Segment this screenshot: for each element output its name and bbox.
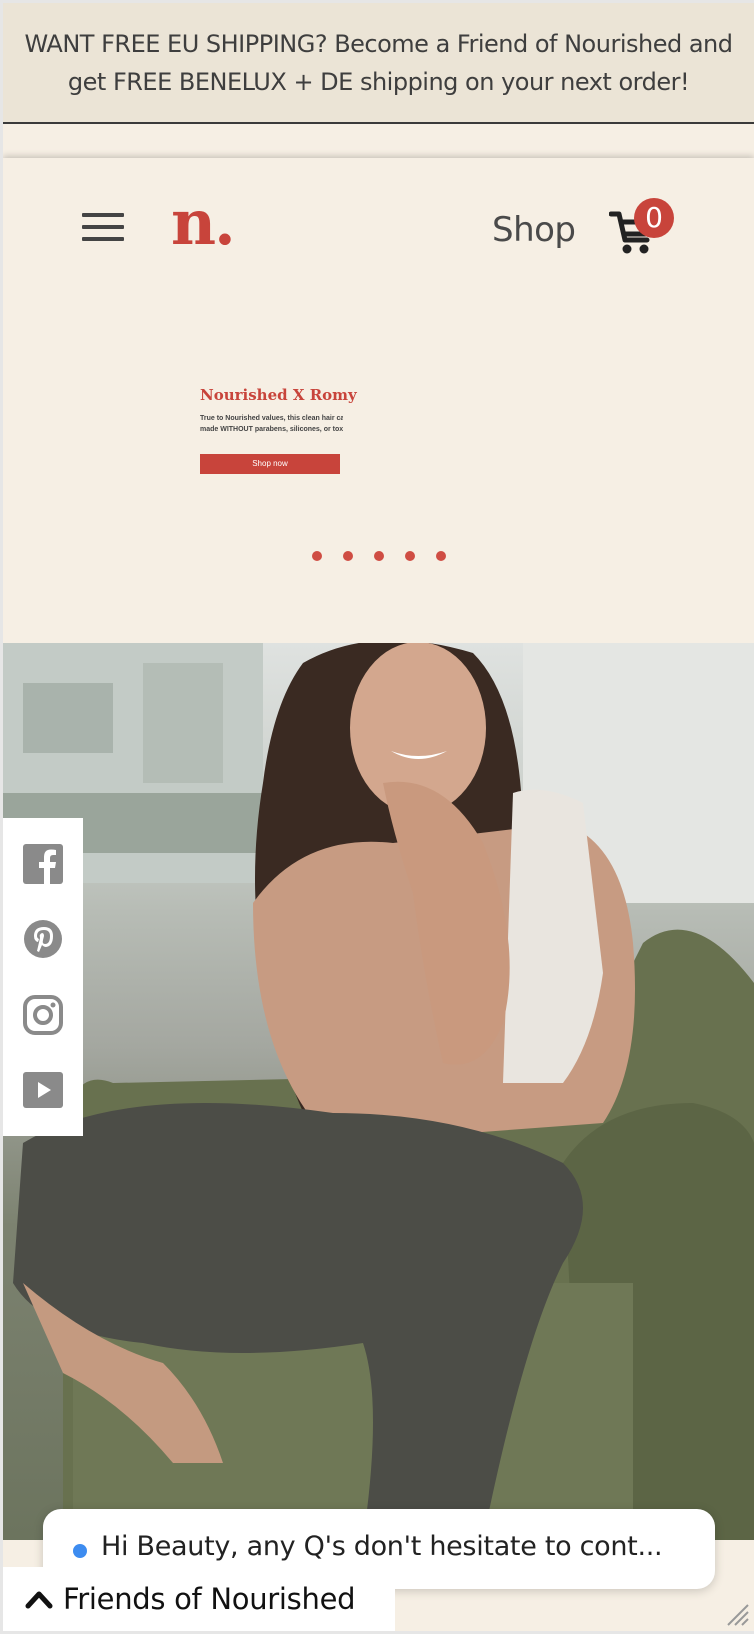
announcement-bar[interactable]: WANT FREE EU SHIPPING? Become a Friend o… <box>3 3 754 124</box>
facebook-icon[interactable] <box>23 843 63 884</box>
cart-count-badge: 0 <box>634 198 674 238</box>
hero-photo <box>3 643 754 1540</box>
resize-handle-icon[interactable] <box>724 1601 750 1627</box>
hero-carousel: Nourished X Romy True to Nourished value… <box>3 298 754 643</box>
hamburger-icon <box>82 213 124 217</box>
carousel-dot[interactable] <box>436 551 446 561</box>
chat-message: Hi Beauty, any Q's don't hesitate to con… <box>101 1531 663 1562</box>
carousel-dot[interactable] <box>343 551 353 561</box>
carousel-dots <box>312 551 446 561</box>
friends-tab-label: Friends of Nourished <box>63 1582 356 1616</box>
carousel-dot[interactable] <box>405 551 415 561</box>
brand-logo[interactable]: n. <box>171 188 236 258</box>
slide-title: Nourished X Romy <box>200 386 357 404</box>
youtube-icon[interactable] <box>23 1070 63 1110</box>
online-status-dot <box>73 1544 87 1558</box>
pinterest-icon[interactable] <box>23 919 63 959</box>
carousel-dot[interactable] <box>312 551 322 561</box>
slide-description: True to Nourished values, this clean hai… <box>200 415 343 433</box>
portrait-image <box>3 643 754 1540</box>
menu-button[interactable] <box>82 213 124 245</box>
instagram-icon[interactable] <box>23 994 63 1035</box>
cart-button[interactable]: 0 <box>609 198 675 258</box>
chevron-up-icon <box>25 1591 53 1609</box>
carousel-dot[interactable] <box>374 551 384 561</box>
announcement-text: WANT FREE EU SHIPPING? Become a Friend o… <box>24 29 733 96</box>
shop-now-button[interactable]: Shop now <box>200 454 340 474</box>
page-frame: WANT FREE EU SHIPPING? Become a Friend o… <box>3 3 754 1631</box>
social-sidebar <box>3 818 83 1136</box>
site-header: n. Shop 0 <box>3 158 754 298</box>
friends-of-nourished-tab[interactable]: Friends of Nourished <box>3 1567 395 1631</box>
shop-link[interactable]: Shop <box>492 210 576 250</box>
